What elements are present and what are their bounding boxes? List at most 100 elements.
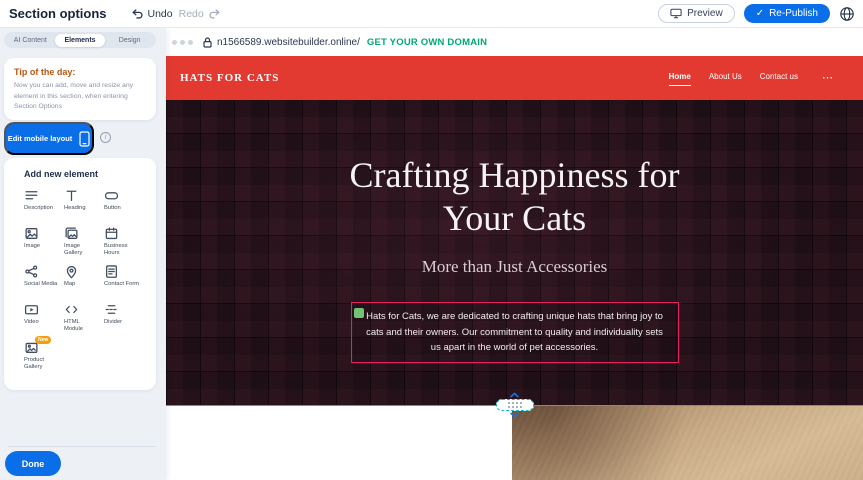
hero-paragraph-text: Hats for Cats, we are dedicated to craft… — [366, 311, 663, 353]
topbar: Section options Undo Redo Preview ✓ Re-P… — [0, 0, 863, 28]
site-nav: Home About Us Contact us ⋯ — [669, 72, 833, 85]
element-tile-divider[interactable]: Divider — [104, 302, 144, 333]
add-element-title: Add new element — [24, 169, 156, 179]
heading-icon — [64, 188, 79, 203]
site-header[interactable]: HATS FOR CATS Home About Us Contact us ⋯ — [166, 56, 863, 100]
element-tile-video[interactable]: Video — [24, 302, 64, 333]
image-icon — [24, 226, 39, 241]
element-tile-contact-form[interactable]: Contact Form — [104, 264, 144, 295]
element-label: Image Gallery — [64, 243, 100, 257]
next-section-photo[interactable] — [512, 406, 863, 480]
nav-item-contact[interactable]: Contact us — [760, 72, 798, 85]
page-title: Section options — [9, 6, 107, 21]
element-tile-heading[interactable]: Heading — [64, 188, 104, 219]
business-hours-icon — [104, 226, 119, 241]
divider-icon — [104, 302, 119, 317]
element-label: Map — [64, 281, 75, 288]
republish-button[interactable]: ✓ Re-Publish — [744, 4, 830, 23]
tip-body: Now you can add, move and resize any ele… — [14, 81, 146, 113]
element-drag-handle[interactable] — [354, 308, 364, 318]
map-icon — [64, 264, 79, 279]
element-label: Divider — [104, 319, 122, 326]
html-module-icon — [64, 302, 79, 317]
tip-title: Tip of the day: — [14, 67, 146, 77]
social-media-icon — [24, 264, 39, 279]
element-label: Heading — [64, 205, 86, 212]
contact-form-icon — [104, 264, 119, 279]
button-icon — [104, 188, 119, 203]
edit-mobile-layout-button[interactable]: Edit mobile layout — [4, 122, 94, 155]
undo-icon — [131, 7, 144, 20]
monitor-icon — [670, 8, 682, 19]
element-tile-social-media[interactable]: Social Media — [24, 264, 64, 295]
description-icon — [24, 188, 39, 203]
hero-title-line1: Crafting Happiness for — [350, 155, 680, 195]
section-resize-handle[interactable] — [496, 392, 534, 418]
redo-label: Redo — [179, 8, 204, 20]
element-tile-description[interactable]: Description — [24, 188, 64, 219]
done-button[interactable]: Done — [5, 451, 61, 476]
redo-button[interactable]: Redo — [179, 7, 221, 20]
check-icon: ✓ — [756, 8, 764, 19]
grip-dots-icon — [508, 402, 522, 408]
hero-paragraph-selected[interactable]: Hats for Cats, we are dedicated to craft… — [351, 302, 679, 363]
element-tile-image[interactable]: Image — [24, 226, 64, 257]
image-gallery-icon — [64, 226, 79, 241]
new-badge: New — [35, 336, 51, 344]
tip-card: Tip of the day: Now you can add, move an… — [4, 58, 156, 120]
element-tile-html-module[interactable]: HTML Module — [64, 302, 104, 333]
hero-section[interactable]: Crafting Happiness for Your Cats More th… — [166, 100, 863, 406]
undo-button[interactable]: Undo — [131, 7, 173, 20]
history-controls: Undo Redo — [131, 7, 221, 20]
element-label: Button — [104, 205, 121, 212]
element-label: Product Gallery — [24, 357, 60, 371]
edit-mobile-label: Edit mobile layout — [8, 134, 73, 143]
section-grip[interactable] — [496, 399, 534, 411]
element-tile-product-gallery[interactable]: New Product Gallery — [24, 340, 64, 371]
site-logo[interactable]: HATS FOR CATS — [180, 72, 279, 84]
nav-item-about[interactable]: About Us — [709, 72, 742, 85]
element-label: Business Hours — [104, 243, 140, 257]
element-label: HTML Module — [64, 319, 100, 333]
site-url: n1566589.websitebuilder.online/ — [217, 37, 360, 48]
topbar-actions: Preview ✓ Re-Publish — [658, 4, 855, 23]
preview-label: Preview — [687, 8, 723, 19]
element-tile-button[interactable]: Button — [104, 188, 144, 219]
browser-dot — [188, 40, 193, 45]
arrow-down-icon — [510, 412, 519, 418]
video-icon — [24, 302, 39, 317]
redo-icon — [208, 7, 221, 20]
hero-title[interactable]: Crafting Happiness for Your Cats — [166, 154, 863, 240]
element-label: Contact Form — [104, 281, 139, 288]
element-tile-business-hours[interactable]: Business Hours — [104, 226, 144, 257]
language-globe-icon[interactable] — [839, 6, 855, 22]
element-grid: Description Heading Button Image — [24, 188, 156, 371]
phone-icon — [79, 131, 90, 147]
element-tile-image-gallery[interactable]: Image Gallery — [64, 226, 104, 257]
element-tile-map[interactable]: Map — [64, 264, 104, 295]
preview-button[interactable]: Preview — [658, 4, 735, 23]
add-element-card: Add new element Description Heading Butt… — [4, 158, 156, 390]
undo-label: Undo — [148, 8, 173, 20]
lock-icon — [203, 37, 212, 48]
element-label: Image — [24, 243, 40, 250]
site-canvas: HATS FOR CATS Home About Us Contact us ⋯… — [166, 56, 863, 480]
sidebar-divider — [8, 446, 156, 447]
nav-item-home[interactable]: Home — [669, 72, 691, 86]
info-icon[interactable]: i — [100, 132, 111, 143]
browser-dot — [180, 40, 185, 45]
element-label: Video — [24, 319, 39, 326]
get-domain-link[interactable]: GET YOUR OWN DOMAIN — [367, 37, 487, 48]
preview-pane: n1566589.websitebuilder.online/ GET YOUR… — [166, 28, 863, 480]
tab-elements[interactable]: Elements — [55, 34, 105, 47]
tab-design[interactable]: Design — [105, 34, 155, 47]
republish-label: Re-Publish — [769, 8, 818, 19]
tab-ai-content[interactable]: AI Content — [6, 34, 56, 47]
hero-subtitle[interactable]: More than Just Accessories — [166, 257, 863, 277]
panel-tabs: AI Content Elements Design — [4, 32, 156, 48]
hero-title-line2: Your Cats — [443, 198, 586, 238]
arrow-up-icon — [510, 392, 519, 398]
sidebar: AI Content Elements Design Tip of the da… — [0, 28, 166, 480]
element-label: Social Media — [24, 281, 57, 288]
browser-dot — [172, 40, 177, 45]
